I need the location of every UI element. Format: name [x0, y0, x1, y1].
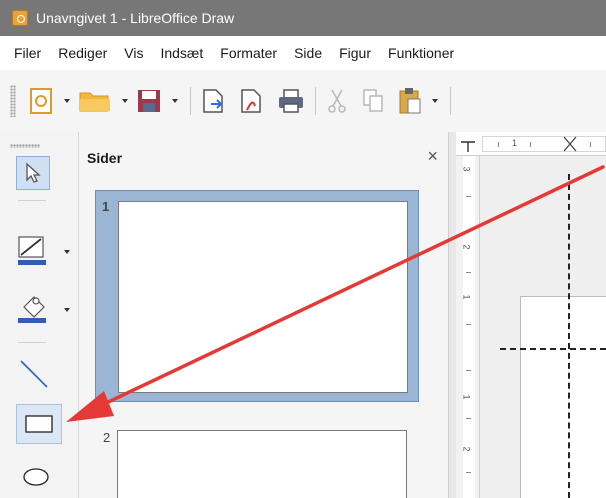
rectangle-tool-button[interactable]	[16, 404, 62, 444]
drawing-canvas[interactable]	[480, 156, 606, 498]
ruler-page-area	[463, 352, 475, 498]
ellipse-tool-icon	[23, 468, 49, 486]
menu-rediger[interactable]: Rediger	[58, 45, 107, 61]
paste-dropdown-icon[interactable]	[432, 99, 438, 103]
select-arrow-icon	[26, 162, 41, 183]
vertical-ruler[interactable]: 3 2 1 1 2	[456, 156, 480, 498]
libreoffice-draw-icon	[12, 10, 28, 26]
ruler-number: 2	[461, 446, 472, 452]
ruler-tick	[466, 370, 471, 371]
line-tool-icon	[20, 360, 48, 388]
ruler-track	[482, 136, 606, 152]
ruler-number: 1	[461, 294, 472, 300]
print-icon	[279, 89, 303, 113]
slide-item-2[interactable]: 2	[95, 420, 419, 498]
snap-guide-horizontal	[500, 348, 606, 350]
menu-funktioner[interactable]: Funktioner	[388, 45, 454, 61]
menu-side[interactable]: Side	[294, 45, 322, 61]
snap-guide-vertical	[568, 174, 570, 498]
cut-icon	[328, 89, 346, 113]
ruler-tick	[466, 418, 471, 419]
tab-stop-marker-icon	[563, 136, 577, 152]
toolbar-separator	[190, 87, 191, 115]
drawing-toolbar-grip[interactable]	[10, 144, 40, 148]
templates-icon	[30, 88, 52, 114]
menu-bar: Filer Rediger Vis Indsæt Formater Side F…	[0, 36, 606, 70]
ruler-number: 3	[461, 166, 472, 172]
menu-filer[interactable]: Filer	[14, 45, 41, 61]
slide-item-1[interactable]: 1	[95, 190, 419, 402]
copy-button[interactable]	[362, 84, 384, 118]
drawing-toolbar-separator	[18, 200, 46, 201]
slides-panel: Sider × 1 2	[78, 132, 448, 498]
window-title: Unavngivet 1 - LibreOffice Draw	[36, 10, 235, 26]
cut-button[interactable]	[326, 84, 348, 118]
save-icon	[138, 90, 160, 112]
export-pdf-button[interactable]	[239, 84, 263, 118]
menu-formater[interactable]: Formater	[220, 45, 277, 61]
open-button[interactable]	[78, 84, 112, 118]
ruler-tick	[466, 324, 471, 325]
paste-icon	[399, 88, 421, 114]
ruler-origin-icon	[461, 141, 475, 152]
horizontal-ruler[interactable]: 1	[456, 132, 606, 156]
open-dropdown-icon[interactable]	[122, 99, 128, 103]
ruler-tick	[466, 196, 471, 197]
line-color-dropdown-icon[interactable]	[64, 250, 70, 254]
panel-splitter[interactable]	[448, 132, 456, 498]
toolbar-separator	[315, 87, 316, 115]
toolbar-grip[interactable]	[10, 85, 16, 117]
print-button[interactable]	[277, 84, 305, 118]
templates-dropdown-icon[interactable]	[64, 99, 70, 103]
line-color-icon	[18, 236, 46, 265]
fill-color-dropdown-icon[interactable]	[64, 308, 70, 312]
rectangle-tool-icon	[25, 415, 53, 433]
fill-color-icon	[18, 296, 46, 323]
line-tool-button[interactable]	[14, 354, 54, 394]
panel-title: Sider	[87, 150, 123, 166]
ruler-tick	[590, 142, 591, 147]
ruler-tick	[466, 272, 471, 273]
fill-color-button[interactable]	[14, 290, 54, 326]
drawing-page[interactable]	[520, 296, 606, 498]
toolbar-separator	[450, 87, 451, 115]
ruler-number: 1	[461, 394, 472, 400]
export-button[interactable]	[201, 84, 225, 118]
line-color-button[interactable]	[14, 232, 54, 268]
ruler-number: 1	[512, 138, 518, 148]
ellipse-tool-button[interactable]	[16, 462, 56, 492]
ruler-tick	[498, 142, 499, 147]
close-icon[interactable]: ×	[427, 146, 438, 167]
export-pdf-icon	[241, 89, 261, 113]
slide-number: 2	[103, 430, 111, 445]
menu-vis[interactable]: Vis	[124, 45, 143, 61]
ruler-tick	[530, 142, 531, 147]
title-bar: Unavngivet 1 - LibreOffice Draw	[0, 0, 606, 36]
drawing-toolbar-separator	[18, 342, 46, 343]
templates-button[interactable]	[28, 84, 54, 118]
select-button[interactable]	[16, 156, 50, 190]
paste-button[interactable]	[398, 84, 422, 118]
slide-thumbnail[interactable]	[117, 430, 407, 498]
slide-thumbnail[interactable]	[118, 201, 408, 393]
menu-figur[interactable]: Figur	[339, 45, 371, 61]
copy-icon	[363, 89, 383, 112]
open-folder-icon	[79, 92, 110, 112]
ruler-number: 2	[461, 244, 472, 250]
menu-indsaet[interactable]: Indsæt	[160, 45, 203, 61]
drawing-toolbar	[0, 132, 78, 498]
export-icon	[203, 89, 223, 113]
save-button[interactable]	[136, 84, 162, 118]
slide-number: 1	[102, 199, 110, 214]
ruler-tick	[466, 472, 471, 473]
standard-toolbar	[0, 70, 606, 132]
save-dropdown-icon[interactable]	[172, 99, 178, 103]
